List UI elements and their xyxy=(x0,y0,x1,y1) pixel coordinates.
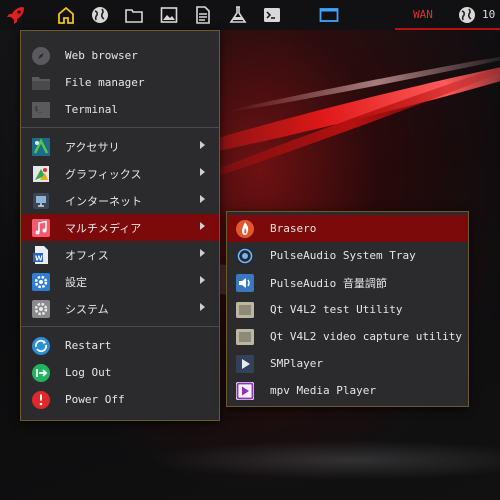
submenu-arrow-icon xyxy=(200,249,205,257)
network-icon xyxy=(31,191,51,211)
svg-text:W: W xyxy=(35,254,43,262)
compass-icon xyxy=(31,46,51,66)
music-icon xyxy=(31,218,51,238)
submenu-item-brasero[interactable]: Brasero xyxy=(227,215,468,242)
volume-icon xyxy=(235,273,255,293)
submenu-arrow-icon xyxy=(200,141,205,149)
menu-item-label: PulseAudio 音量調節 xyxy=(270,276,387,290)
globe-icon[interactable] xyxy=(88,3,112,27)
submenu-arrow-icon xyxy=(200,276,205,284)
menu-item-label: Qt V4L2 test Utility xyxy=(270,303,403,316)
menu-item-label: Qt V4L2 video capture utility xyxy=(270,330,463,343)
folder-icon xyxy=(31,73,51,93)
menu-item-label: SMPlayer xyxy=(270,357,323,370)
submenu-item-qt-v4l2-test[interactable]: Qt V4L2 test Utility xyxy=(227,296,468,323)
menu-item-label: File manager xyxy=(65,76,145,89)
application-menu: Web browser File manager $_ Terminal アクセ… xyxy=(20,30,220,421)
system-icon xyxy=(31,299,51,319)
menu-item-log-out[interactable]: Log Out xyxy=(21,359,219,386)
submenu-arrow-icon xyxy=(200,195,205,203)
power-icon xyxy=(31,390,51,410)
flask-icon[interactable] xyxy=(226,3,250,27)
menu-item-label: Web browser xyxy=(65,49,138,62)
submenu-arrow-icon xyxy=(200,222,205,230)
menu-item-label: Log Out xyxy=(65,366,112,379)
image-icon[interactable] xyxy=(157,3,181,27)
network-speed-value: 10 xyxy=(482,8,496,21)
submenu-arrow-icon xyxy=(200,303,205,311)
network-globe-icon[interactable] xyxy=(455,3,479,27)
document-icon[interactable] xyxy=(191,3,215,27)
smplayer-icon xyxy=(235,354,255,374)
menu-item-label: オフィス xyxy=(65,248,109,262)
settings-icon xyxy=(31,272,51,292)
video-utility-icon xyxy=(235,300,255,320)
wan-label[interactable]: WAN xyxy=(400,0,446,30)
brasero-icon xyxy=(235,219,255,239)
menu-item-graphics[interactable]: グラフィックス xyxy=(21,160,219,187)
panel-accent-line xyxy=(395,28,500,30)
submenu-item-pulseaudio-tray[interactable]: PulseAudio System Tray xyxy=(227,242,468,269)
logout-icon xyxy=(31,363,51,383)
menu-item-label: mpv Media Player xyxy=(270,384,376,397)
menu-separator xyxy=(21,326,219,327)
home-icon[interactable] xyxy=(54,3,78,27)
menu-item-terminal[interactable]: $_ Terminal xyxy=(21,96,219,123)
office-icon: W xyxy=(31,245,51,265)
menu-item-label: PulseAudio System Tray xyxy=(270,249,416,262)
menu-separator xyxy=(21,127,219,128)
menu-item-power-off[interactable]: Power Off xyxy=(21,386,219,413)
menu-item-label: 設定 xyxy=(65,275,87,289)
video-capture-icon xyxy=(235,327,255,347)
graphics-icon xyxy=(31,164,51,184)
terminal-icon: $_ xyxy=(31,100,51,120)
menu-item-label: Terminal xyxy=(65,103,118,116)
menu-item-label: システム xyxy=(65,302,109,316)
submenu-item-pulseaudio-volume[interactable]: PulseAudio 音量調節 xyxy=(227,269,468,296)
menu-item-label: インターネット xyxy=(65,194,142,208)
accessories-icon xyxy=(31,137,51,157)
svg-text:$_: $_ xyxy=(34,105,43,113)
menu-item-settings[interactable]: 設定 xyxy=(21,268,219,295)
top-panel: WAN 10 xyxy=(0,0,500,30)
menu-item-accessories[interactable]: アクセサリ xyxy=(21,133,219,160)
submenu-arrow-icon xyxy=(200,168,205,176)
mpv-icon xyxy=(235,381,255,401)
rocket-icon[interactable] xyxy=(4,3,28,27)
workspace-icon[interactable] xyxy=(317,3,341,27)
folder-icon[interactable] xyxy=(122,3,146,27)
menu-item-file-manager[interactable]: File manager xyxy=(21,69,219,96)
submenu-item-mpv[interactable]: mpv Media Player xyxy=(227,377,468,404)
submenu-item-qt-v4l2-capture[interactable]: Qt V4L2 video capture utility xyxy=(227,323,468,350)
menu-item-multimedia[interactable]: マルチメディア xyxy=(21,214,219,241)
terminal-icon[interactable] xyxy=(260,3,284,27)
restart-icon xyxy=(31,336,51,356)
multimedia-submenu: Brasero PulseAudio System Tray PulseAudi… xyxy=(226,211,469,407)
menu-item-label: Restart xyxy=(65,339,112,352)
menu-item-label: マルチメディア xyxy=(65,221,142,235)
menu-item-office[interactable]: W オフィス xyxy=(21,241,219,268)
pulseaudio-tray-icon xyxy=(235,246,255,266)
menu-item-label: アクセサリ xyxy=(65,140,120,154)
menu-item-label: Power Off xyxy=(65,393,125,406)
submenu-item-smplayer[interactable]: SMPlayer xyxy=(227,350,468,377)
menu-item-label: グラフィックス xyxy=(65,167,142,181)
menu-item-label: Brasero xyxy=(270,222,317,235)
menu-item-internet[interactable]: インターネット xyxy=(21,187,219,214)
menu-item-system[interactable]: システム xyxy=(21,295,219,322)
menu-item-restart[interactable]: Restart xyxy=(21,332,219,359)
menu-item-web-browser[interactable]: Web browser xyxy=(21,42,219,69)
